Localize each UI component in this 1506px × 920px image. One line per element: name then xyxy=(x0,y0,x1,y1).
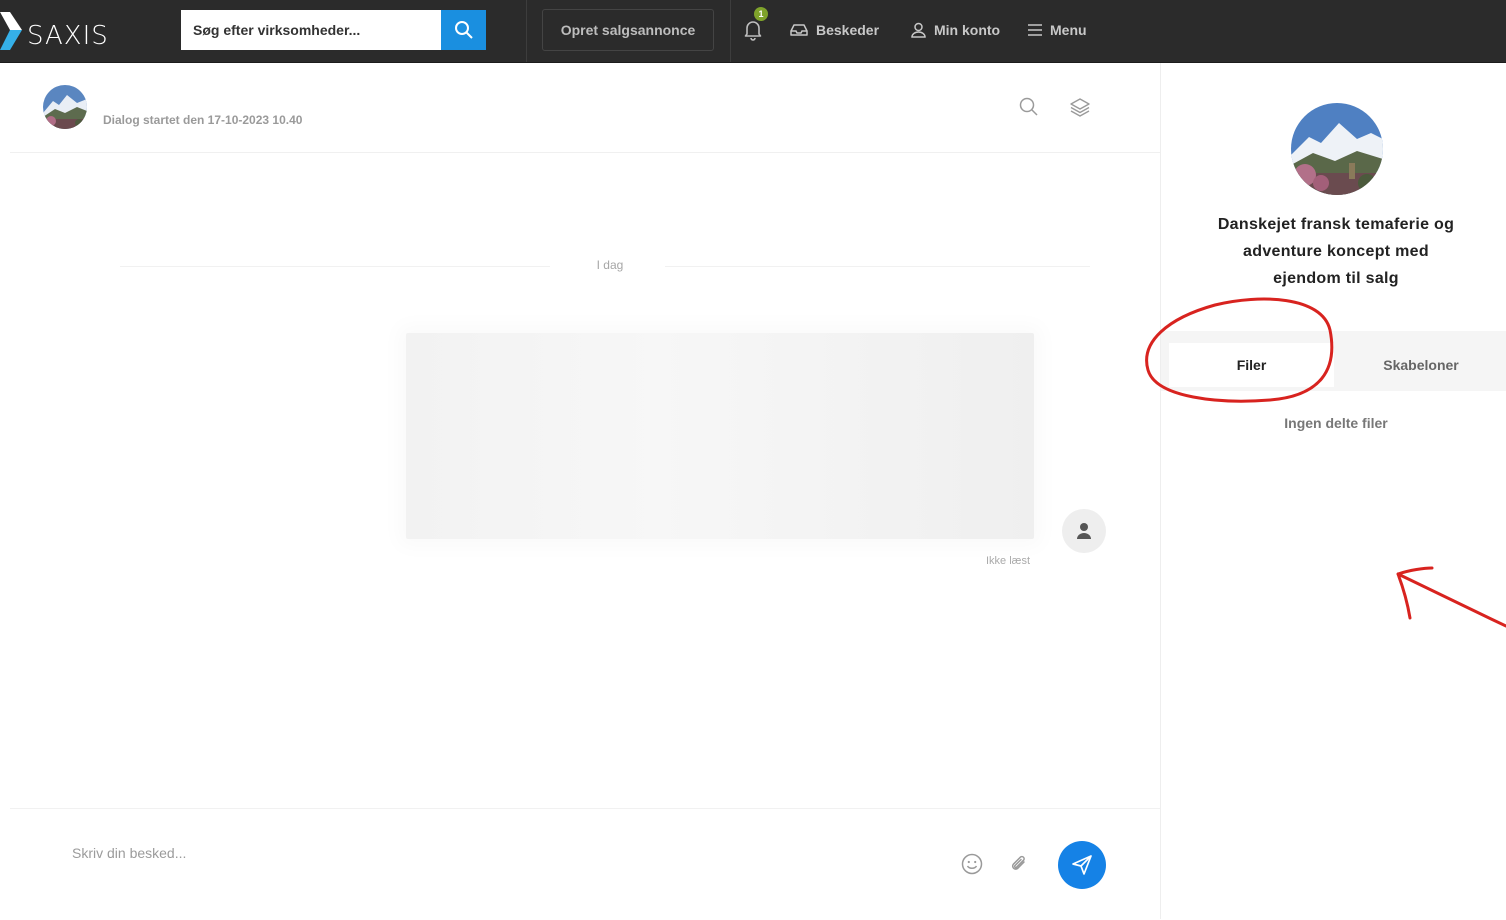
mountain-photo-thumbnail xyxy=(43,85,87,129)
company-avatar xyxy=(1291,103,1383,195)
message-composer xyxy=(10,808,1160,920)
chat-area: Dialog startet den 17-10-2023 10.40 I da… xyxy=(10,63,1160,919)
nav-my-account[interactable]: Min konto xyxy=(911,19,1000,41)
nav-menu[interactable]: Menu xyxy=(1028,19,1087,41)
notifications-button[interactable] xyxy=(743,19,763,41)
layers-button[interactable] xyxy=(1069,96,1091,118)
hamburger-menu-icon xyxy=(1028,24,1042,36)
chat-header: Dialog startet den 17-10-2023 10.40 xyxy=(10,63,1160,153)
divider xyxy=(730,0,731,62)
day-label: I dag xyxy=(596,258,624,272)
inbox-icon xyxy=(790,24,808,36)
company-search-input[interactable] xyxy=(181,10,441,50)
contact-avatar[interactable] xyxy=(43,85,87,129)
send-message-button[interactable] xyxy=(1058,841,1106,889)
nav-menu-label: Menu xyxy=(1050,22,1087,38)
divider-line xyxy=(665,266,1090,267)
company-title: Danskejet fransk temaferie og adventure … xyxy=(1217,216,1455,287)
message-read-status: Ikke læst xyxy=(986,555,1031,567)
mountain-photo xyxy=(1291,103,1383,195)
nav-messages-label: Beskeder xyxy=(816,22,880,38)
files-templates-tabs: Filer Skabeloner xyxy=(1161,331,1506,391)
send-icon xyxy=(1072,855,1092,875)
layers-icon xyxy=(1070,98,1090,117)
tab-templates[interactable]: Skabeloner xyxy=(1341,343,1501,387)
emoji-button[interactable] xyxy=(961,853,983,875)
logo-mark-icon xyxy=(0,12,22,50)
divider-line xyxy=(120,266,550,267)
smiley-icon xyxy=(961,853,983,875)
conversation-details-panel: Danskejet fransk temaferie og adventure … xyxy=(1160,63,1506,919)
message-bubble xyxy=(406,333,1034,539)
search-button[interactable] xyxy=(441,10,486,50)
tab-files[interactable]: Filer xyxy=(1169,343,1334,387)
nav-messages[interactable]: Beskeder xyxy=(790,19,879,41)
paperclip-icon xyxy=(1011,855,1025,870)
message-input[interactable] xyxy=(70,839,774,867)
logo-text: SAXIS xyxy=(27,21,109,51)
search-icon xyxy=(454,21,473,39)
nav-my-account-label: Min konto xyxy=(934,22,1001,38)
notification-count-badge: 1 xyxy=(754,7,768,21)
sender-avatar xyxy=(1062,509,1106,553)
day-divider: I dag xyxy=(120,258,1090,274)
create-sales-ad-button[interactable]: Opret salgsannonce xyxy=(542,9,714,51)
saxis-logo[interactable]: SAXIS xyxy=(0,8,120,54)
search-icon xyxy=(1019,97,1038,116)
top-navigation-bar: SAXIS Opret salgsannonce 1 Beskeder Min … xyxy=(0,0,1506,63)
empty-files-message: Ingen delte filer xyxy=(1284,415,1388,431)
attach-file-button[interactable] xyxy=(1008,853,1030,875)
user-icon xyxy=(1077,523,1091,539)
search-conversation-button[interactable] xyxy=(1018,96,1040,118)
user-icon xyxy=(911,22,926,38)
dialog-started-text: Dialog startet den 17-10-2023 10.40 xyxy=(103,113,303,127)
divider xyxy=(526,0,527,62)
bell-icon xyxy=(744,21,762,41)
